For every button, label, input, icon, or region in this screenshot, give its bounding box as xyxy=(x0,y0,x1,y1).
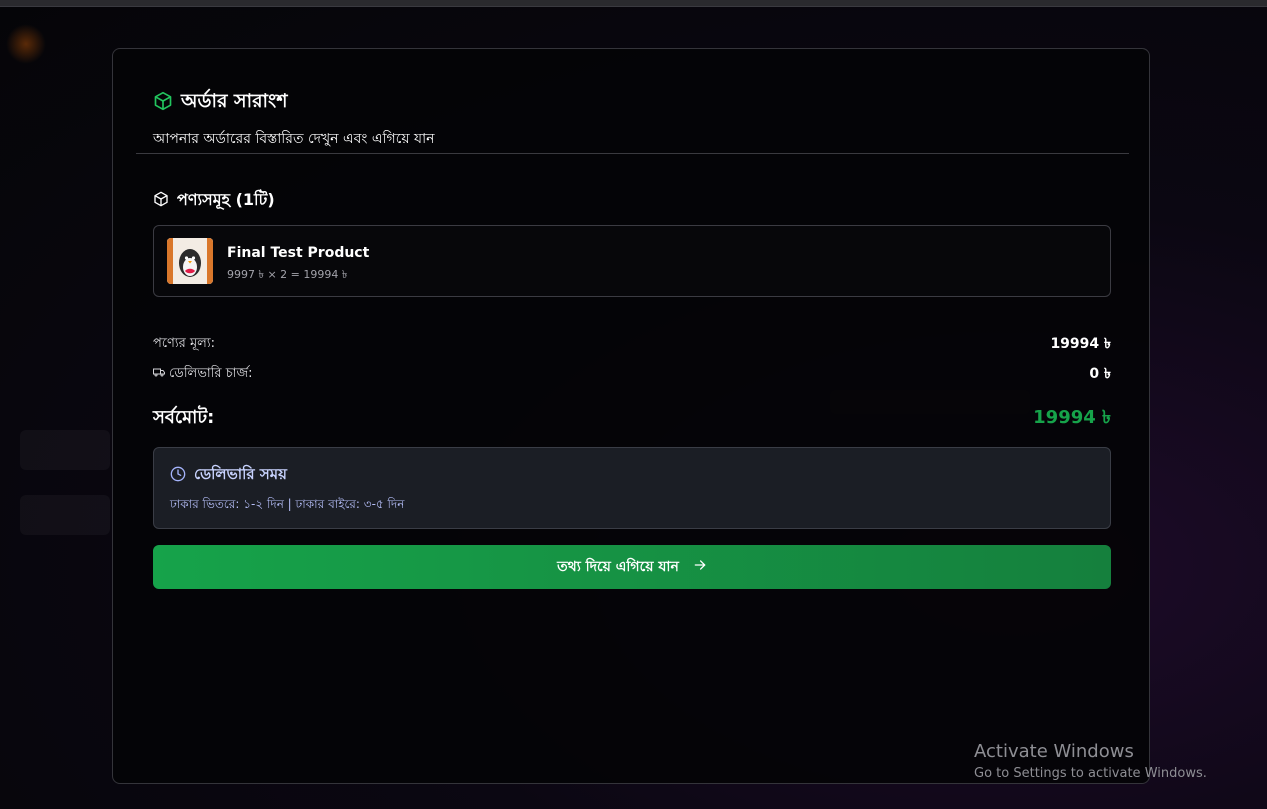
truck-icon xyxy=(153,366,165,382)
product-price-label: পণ্যের মূল্য: xyxy=(153,335,216,351)
background-content-blur xyxy=(20,495,110,535)
delivery-charge-label: ডেলিভারি চার্জ: xyxy=(169,365,253,381)
delivery-charge-label-group: ডেলিভারি চার্জ: xyxy=(153,364,253,385)
package-icon xyxy=(153,91,173,115)
clock-icon xyxy=(170,466,186,486)
product-price-value: 19994 ৳ xyxy=(1050,336,1111,352)
delivery-time-text: ঢাকার ভিতরে: ১-২ দিন | ঢাকার বাইরে: ৩-৫ … xyxy=(170,497,405,511)
delivery-charge-value: 0 ৳ xyxy=(1089,366,1111,382)
browser-top-edge xyxy=(0,0,1267,7)
total-row: সর্বমোট: 19994 ৳ xyxy=(153,403,1111,434)
page-title: অর্ডার সারাংশ xyxy=(181,90,288,112)
order-summary-modal: অর্ডার সারাংশ আপনার অর্ডারের বিস্তারিত দ… xyxy=(112,48,1150,784)
watermark-subtitle: Go to Settings to activate Windows. xyxy=(974,766,1207,781)
arrow-right-icon xyxy=(693,558,707,576)
product-price-row: পণ্যের মূল্য: 19994 ৳ xyxy=(153,332,1111,356)
product-thumbnail xyxy=(167,238,213,284)
delivery-charge-row: ডেলিভারি চার্জ: 0 ৳ xyxy=(153,362,1111,386)
background-logo-blur xyxy=(6,24,46,64)
items-heading-label: পণ্যসমূহ (1টি) xyxy=(177,190,275,209)
order-summary-header: অর্ডার সারাংশ আপনার অর্ডারের বিস্তারিত দ… xyxy=(153,87,435,151)
total-value: 19994 ৳ xyxy=(1033,407,1111,428)
background-content-blur xyxy=(20,430,110,470)
delivery-time-box: ডেলিভারি সময় ঢাকার ভিতরে: ১-২ দিন | ঢাক… xyxy=(153,447,1111,529)
watermark-title: Activate Windows xyxy=(974,741,1134,762)
header-divider xyxy=(136,153,1129,154)
delivery-time-title: ডেলিভারি সময় xyxy=(194,465,287,483)
delivery-time-heading: ডেলিভারি সময় xyxy=(170,463,287,488)
windows-activation-watermark: Activate Windows Go to Settings to activ… xyxy=(974,741,1207,781)
package-icon xyxy=(153,191,169,211)
items-heading: পণ্যসমূহ (1টি) xyxy=(153,187,275,214)
cart-item: Final Test Product 9997 ৳ × 2 = 19994 ৳ xyxy=(153,225,1111,297)
proceed-button[interactable]: তথ্য দিয়ে এগিয়ে যান xyxy=(153,545,1111,589)
product-price-line: 9997 ৳ × 2 = 19994 ৳ xyxy=(227,268,348,281)
page-subtitle: আপনার অর্ডারের বিস্তারিত দেখুন এবং এগিয়… xyxy=(153,131,435,147)
total-label: সর্বমোট: xyxy=(153,407,215,428)
product-name: Final Test Product xyxy=(227,245,370,261)
proceed-button-label: তথ্য দিয়ে এগিয়ে যান xyxy=(557,559,679,575)
